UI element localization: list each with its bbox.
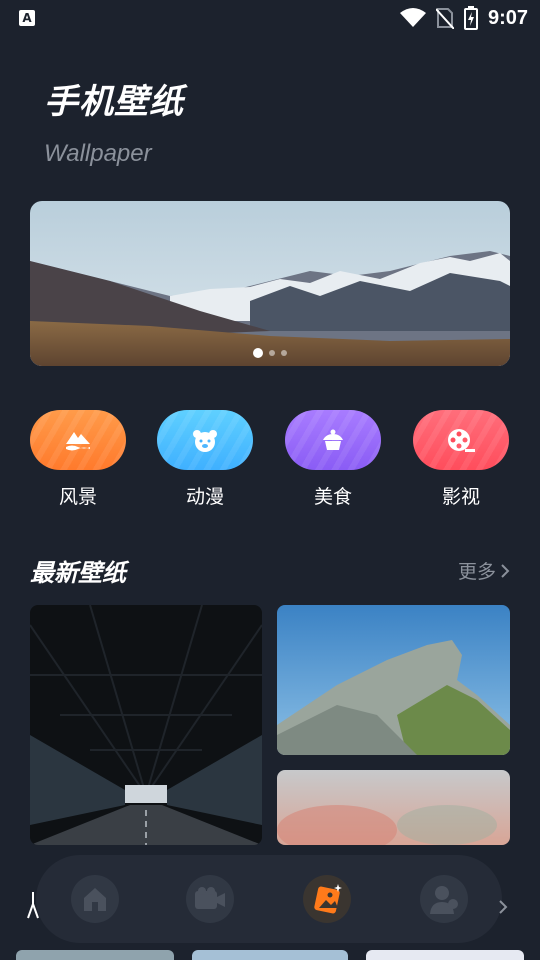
- wallpaper-thumbnail[interactable]: [16, 950, 174, 960]
- chevron-right-icon[interactable]: [498, 899, 508, 915]
- cake-icon: [323, 429, 343, 450]
- category-label: 风景: [58, 486, 97, 508]
- category-scenery[interactable]: 风景: [30, 410, 126, 509]
- no-sim-icon: [435, 8, 454, 29]
- wallpaper-icon: [314, 884, 342, 914]
- video-icon: [195, 887, 225, 909]
- nav-wallpaper[interactable]: [303, 875, 351, 923]
- category-label: 影视: [441, 486, 480, 508]
- category-movie[interactable]: 影视: [413, 410, 509, 509]
- wallpaper-thumbnail[interactable]: [366, 950, 524, 960]
- mountain-icon: [66, 432, 90, 451]
- tunnel-image: [30, 605, 262, 845]
- status-time: 9:07: [487, 6, 528, 29]
- page-title: 手机壁纸: [44, 82, 184, 122]
- cliff-image: [277, 605, 510, 755]
- bottom-navigation: [36, 855, 502, 943]
- home-icon: [84, 888, 106, 911]
- more-link[interactable]: 更多: [458, 557, 510, 584]
- category-label: 美食: [313, 486, 352, 508]
- bear-icon: [193, 430, 217, 452]
- section-title: 最新壁纸: [30, 559, 126, 587]
- category-label: 动漫: [185, 486, 224, 508]
- category-food[interactable]: 美食: [285, 410, 381, 509]
- blurred-image: [277, 770, 510, 845]
- user-icon: [430, 886, 458, 914]
- nav-video[interactable]: [186, 875, 234, 923]
- app-notification-icon: A: [19, 10, 35, 26]
- status-bar: A 9:07: [0, 0, 540, 36]
- wifi-icon: [399, 8, 426, 27]
- carousel-dot[interactable]: [281, 350, 287, 356]
- page-subtitle: Wallpaper: [44, 140, 152, 167]
- battery-charging-icon: [463, 6, 478, 30]
- carousel-dot[interactable]: [253, 348, 263, 358]
- carousel-dot[interactable]: [269, 350, 275, 356]
- nav-profile[interactable]: [420, 875, 468, 923]
- wallpaper-thumbnail[interactable]: [30, 605, 262, 845]
- wallpaper-thumbnail[interactable]: [277, 605, 510, 755]
- category-anime[interactable]: 动漫: [157, 410, 253, 509]
- nav-home[interactable]: [71, 875, 119, 923]
- film-reel-icon: [448, 429, 475, 452]
- more-label: 更多: [457, 561, 496, 583]
- banner-image: [30, 201, 510, 366]
- banner-carousel[interactable]: [30, 201, 510, 366]
- wallpaper-thumbnail[interactable]: [192, 950, 348, 960]
- wallpaper-thumbnail[interactable]: [277, 770, 510, 845]
- chevron-right-icon: [501, 563, 510, 578]
- carousel-indicator: [30, 348, 510, 358]
